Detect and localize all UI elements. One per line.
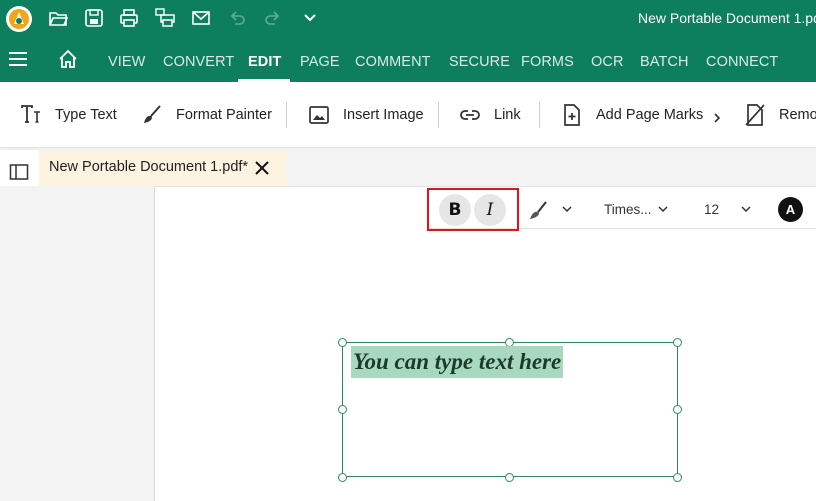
resize-handle[interactable] <box>338 473 347 482</box>
canvas-background <box>0 186 154 501</box>
resize-handle[interactable] <box>673 338 682 347</box>
image-icon <box>307 103 331 127</box>
resize-handle[interactable] <box>673 405 682 414</box>
add-page-marks-label: Add Page Marks <box>596 107 704 123</box>
font-family-select[interactable]: Times... <box>604 202 652 217</box>
insert-image-button[interactable]: Insert Image <box>307 102 424 128</box>
link-icon <box>458 103 482 127</box>
email-icon[interactable] <box>190 7 212 29</box>
window-title: New Portable Document 1.pdf <box>638 10 816 26</box>
menu-ocr[interactable]: OCR <box>591 54 624 70</box>
remove-button[interactable]: Remo <box>743 102 816 128</box>
save-icon[interactable] <box>83 7 105 29</box>
menu-edit[interactable]: EDIT <box>248 54 281 70</box>
home-icon[interactable] <box>57 48 79 70</box>
font-family-chevron-icon[interactable] <box>657 203 669 215</box>
type-text-icon <box>19 103 43 127</box>
document-tab-label: New Portable Document 1.pdf* <box>49 159 249 175</box>
highlighter-icon[interactable] <box>526 198 550 222</box>
menu-connect[interactable]: CONNECT <box>706 54 778 70</box>
ribbon-divider <box>286 102 287 128</box>
resize-handle[interactable] <box>338 405 347 414</box>
font-size-select[interactable]: 12 <box>704 202 719 217</box>
menu-page[interactable]: PAGE <box>300 54 340 70</box>
print-icon[interactable] <box>118 7 140 29</box>
format-painter-label: Format Painter <box>176 107 272 123</box>
menu-view[interactable]: VIEW <box>108 54 145 70</box>
app-logo-icon[interactable] <box>4 4 34 34</box>
undo-icon[interactable] <box>226 7 248 29</box>
page-add-icon <box>560 103 584 127</box>
resize-handle[interactable] <box>505 473 514 482</box>
menu-bar: VIEW CONVERT EDIT PAGE COMMENT SECURE FO… <box>0 36 816 82</box>
close-icon[interactable] <box>252 158 272 178</box>
text-box-content[interactable]: You can type text here <box>351 346 564 378</box>
format-painter-button[interactable]: Format Painter <box>140 102 272 128</box>
resize-handle[interactable] <box>673 473 682 482</box>
menu-convert[interactable]: CONVERT <box>163 54 234 70</box>
ribbon-divider <box>438 102 439 128</box>
bold-italic-highlight-box <box>427 188 519 231</box>
folder-open-icon[interactable] <box>47 7 69 29</box>
panel-toggle-icon[interactable] <box>9 162 29 182</box>
link-label: Link <box>494 107 521 123</box>
type-text-button[interactable]: Type Text <box>19 102 117 128</box>
insert-image-label: Insert Image <box>343 107 424 123</box>
text-color-button[interactable]: A <box>778 197 803 222</box>
menu-forms[interactable]: FORMS <box>521 54 574 70</box>
font-size-chevron-icon[interactable] <box>740 203 752 215</box>
document-tab[interactable]: New Portable Document 1.pdf* <box>39 150 287 186</box>
menu-comment[interactable]: COMMENT <box>355 54 431 70</box>
remove-label: Remo <box>779 107 816 123</box>
type-text-label: Type Text <box>55 107 117 123</box>
paintbrush-icon <box>140 103 164 127</box>
ribbon-toolbar: Type Text Format Painter Insert Image Li… <box>0 82 816 148</box>
menu-secure[interactable]: SECURE <box>449 54 510 70</box>
remove-page-marks-icon <box>743 103 767 127</box>
hamburger-menu-icon[interactable] <box>8 49 28 69</box>
ribbon-scroll-chevron-icon[interactable] <box>711 105 723 131</box>
ribbon-divider <box>539 102 540 128</box>
resize-handle[interactable] <box>338 338 347 347</box>
customize-chevron-icon[interactable] <box>299 7 321 29</box>
link-button[interactable]: Link <box>458 102 521 128</box>
title-bar: New Portable Document 1.pdf <box>0 0 816 36</box>
highlight-color-chevron-icon[interactable] <box>561 203 573 215</box>
redo-icon[interactable] <box>262 7 284 29</box>
menu-batch[interactable]: BATCH <box>640 54 689 70</box>
batch-print-icon[interactable] <box>154 7 176 29</box>
add-page-marks-button[interactable]: Add Page Marks <box>560 102 703 128</box>
